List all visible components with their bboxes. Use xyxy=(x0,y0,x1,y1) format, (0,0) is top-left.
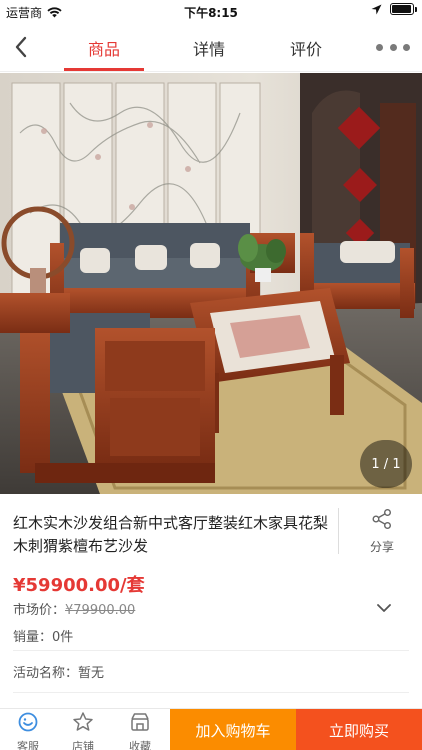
divider xyxy=(13,650,409,651)
top-nav: 商品 详情 评价 xyxy=(0,22,422,72)
share-label: 分享 xyxy=(369,540,394,554)
status-bar: 运营商 下午8:15 xyxy=(0,0,422,22)
image-counter: 1 / 1 xyxy=(360,440,412,488)
product-title-row: 红木实木沙发组合新中式客厅整装红木家具花梨木刺猬紫檀布艺沙发 分享 xyxy=(0,494,422,566)
promo-value: 暂无 xyxy=(78,666,105,681)
location-arrow-icon xyxy=(371,4,382,14)
expand-button[interactable] xyxy=(374,598,394,618)
status-time: 下午8:15 xyxy=(184,6,238,20)
battery-fill xyxy=(392,5,411,13)
tab-details[interactable]: 详情 xyxy=(193,36,225,60)
promo-label: 活动名称： xyxy=(13,666,79,681)
product-photo xyxy=(0,73,422,494)
sales-row: 销量：0件 xyxy=(13,626,73,645)
back-button[interactable] xyxy=(6,32,36,62)
market-price-value: ¥79900.00 xyxy=(65,603,136,618)
market-price-label: 市场价： xyxy=(13,603,66,618)
store-icon xyxy=(131,713,149,731)
share-button[interactable]: 分享 xyxy=(352,508,412,555)
favorite-label: 收藏 xyxy=(129,740,151,750)
product-title: 红木实木沙发组合新中式客厅整装红木家具花梨木刺猬紫檀布艺沙发 xyxy=(13,514,329,555)
sales-value: 0件 xyxy=(52,630,74,645)
chevron-left-icon xyxy=(15,36,27,58)
chevron-down-icon xyxy=(377,604,391,612)
status-right-group xyxy=(371,3,417,15)
service-button[interactable]: 客服 xyxy=(5,711,51,750)
product-image[interactable] xyxy=(0,73,422,494)
store-button[interactable]: 店铺 xyxy=(60,711,106,750)
tab-product[interactable]: 商品 xyxy=(88,36,120,60)
add-to-cart-button[interactable]: 加入购物车 xyxy=(170,709,296,750)
share-icon xyxy=(372,509,391,529)
divider xyxy=(13,692,409,693)
customer-service-icon xyxy=(18,712,38,732)
promo-row: 活动名称：暂无 xyxy=(13,662,104,681)
star-icon xyxy=(73,712,93,731)
service-label: 客服 xyxy=(17,740,39,750)
bottom-action-bar: 客服 店铺 收藏 加入购物车 立即购买 xyxy=(0,708,422,750)
favorite-button[interactable]: 收藏 xyxy=(117,711,163,750)
battery-icon xyxy=(390,3,417,15)
market-price-row: 市场价：¥79900.00 xyxy=(13,599,135,618)
active-tab-indicator xyxy=(64,68,144,71)
store-label: 店铺 xyxy=(72,740,94,750)
product-price: ¥59900.00/套 xyxy=(13,575,145,596)
title-divider xyxy=(338,508,339,554)
more-dots-icon[interactable] xyxy=(376,34,410,60)
sales-label: 销量： xyxy=(13,630,53,645)
buy-now-button[interactable]: 立即购买 xyxy=(296,709,422,750)
tab-reviews[interactable]: 评价 xyxy=(290,36,322,60)
